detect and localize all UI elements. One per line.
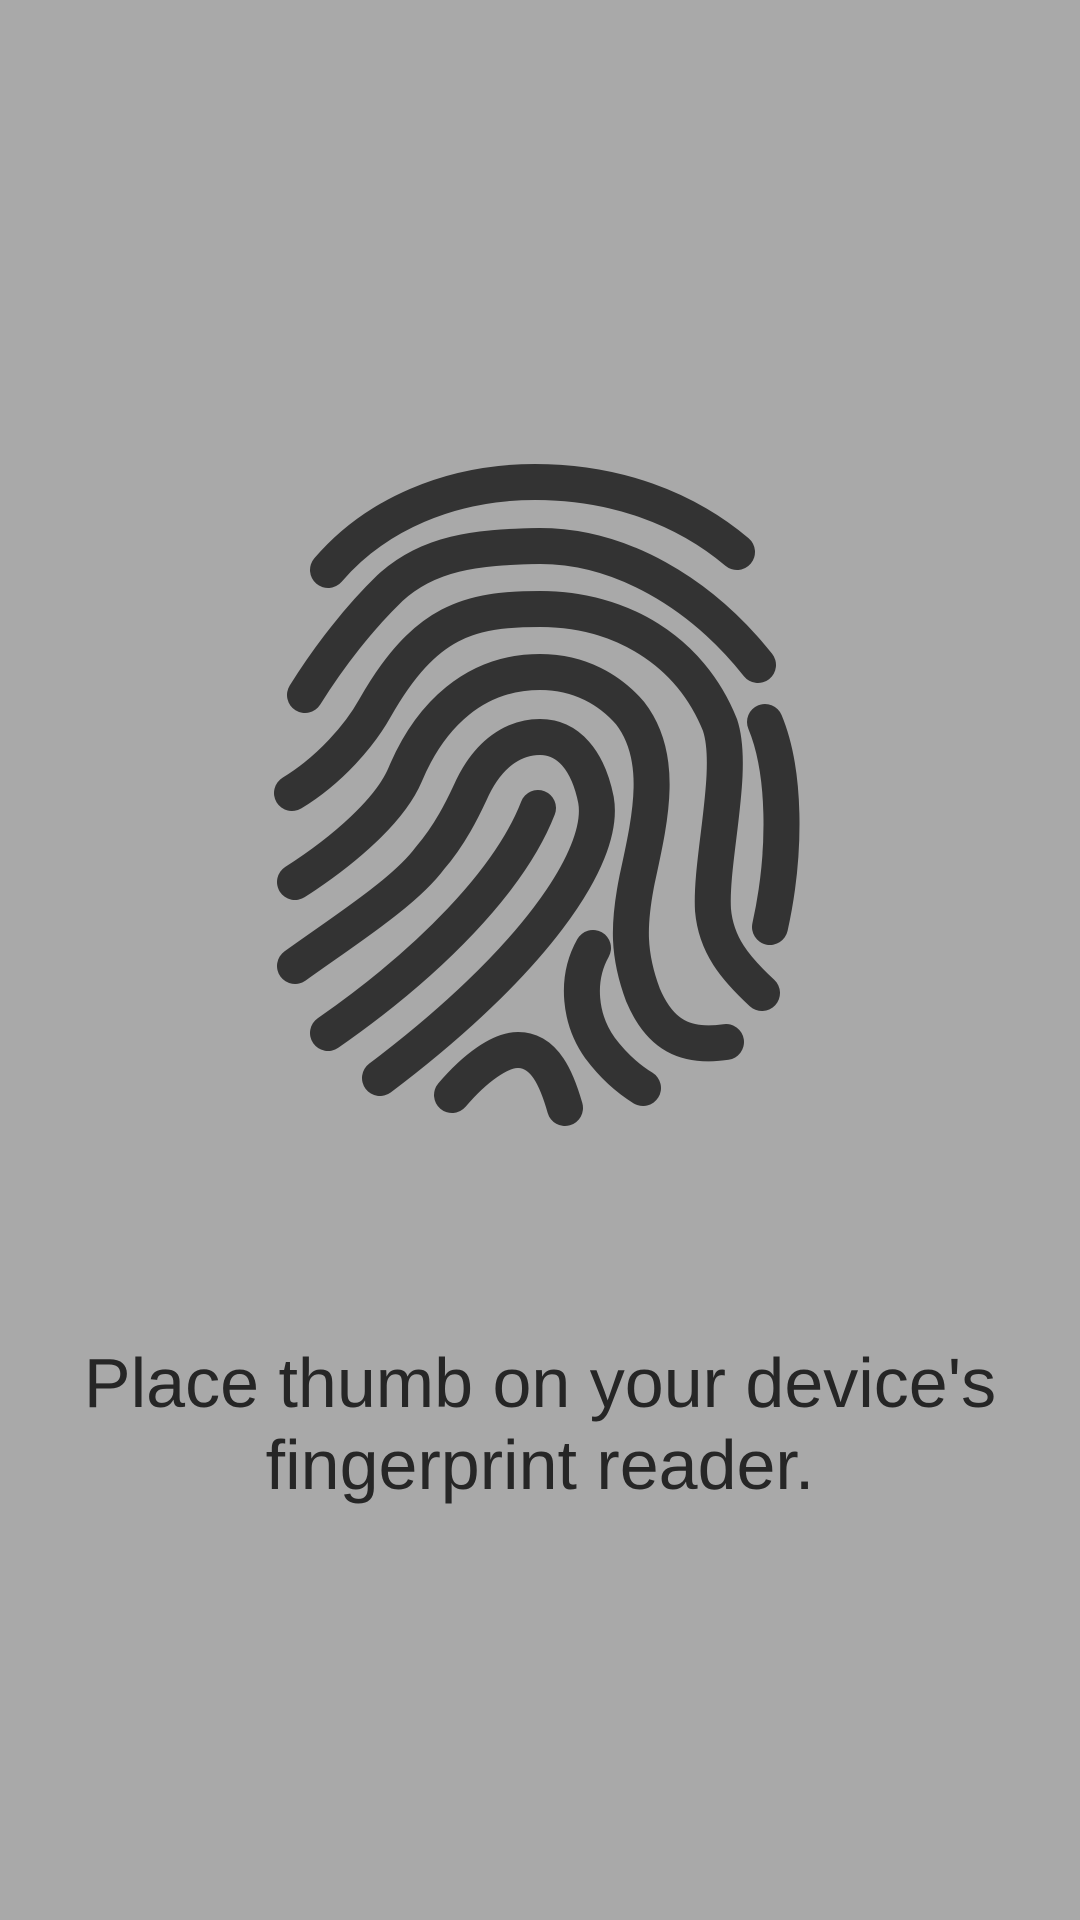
fingerprint-prompt-screen: Place thumb on your device's fingerprint… — [0, 0, 1080, 1920]
fingerprint-icon — [260, 440, 820, 1140]
fingerprint-instruction-text: Place thumb on your device's fingerprint… — [83, 1344, 997, 1504]
